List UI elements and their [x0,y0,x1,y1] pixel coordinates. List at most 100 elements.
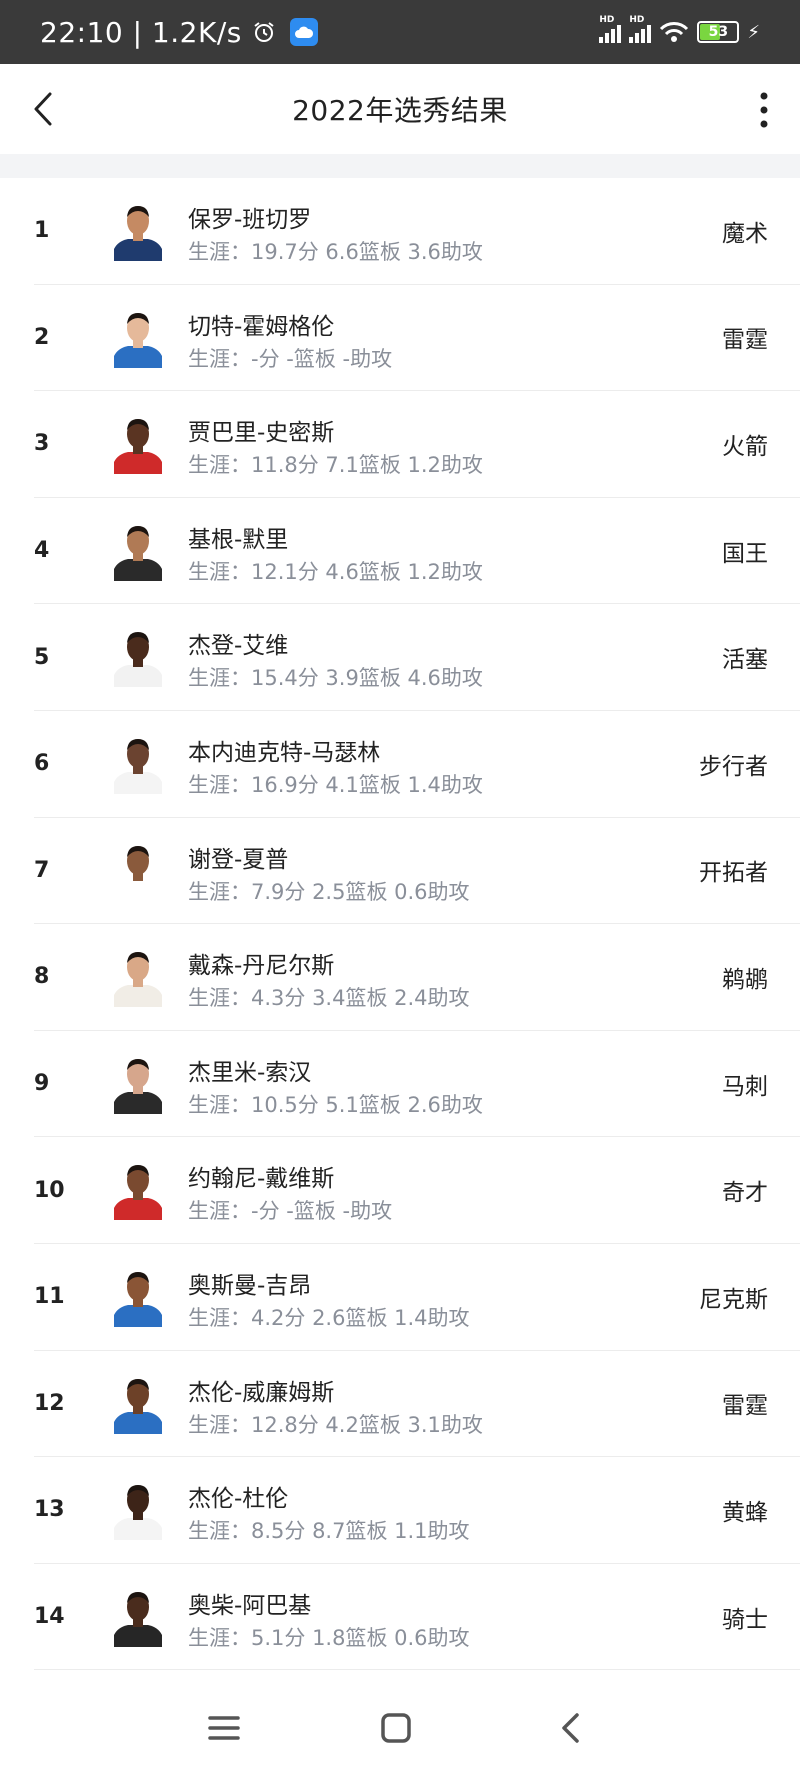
draft-rank: 11 [34,1284,65,1310]
player-avatar [114,1271,162,1327]
more-options-icon[interactable] [758,90,770,130]
player-avatar [114,738,162,794]
signal-icon: HD [599,15,622,43]
page-title: 2022年选秀结果 [292,94,508,127]
list-item[interactable]: 1 保罗-班切罗 生涯：19.7分 6.6篮板 3.6助攻 魔术 [34,178,800,285]
player-name: 约翰尼-戴维斯 [188,1166,335,1193]
draft-rank: 8 [34,964,50,990]
team-name: 火箭 [722,433,768,460]
player-career-stats: 生涯：10.5分 5.1篮板 2.6助攻 [188,1092,483,1117]
player-avatar [114,419,162,475]
team-name: 魔术 [722,220,768,247]
draft-rank: 5 [34,644,50,670]
draft-rank: 13 [34,1497,65,1523]
player-avatar [114,1058,162,1114]
player-name: 奥柴-阿巴基 [188,1592,312,1619]
player-avatar [114,1591,162,1647]
wifi-icon [660,22,689,42]
player-avatar [114,632,162,688]
team-name: 奇才 [722,1180,768,1207]
list-item[interactable]: 6 本内迪克特-马瑟林 生涯：16.9分 4.1篮板 1.4助攻 步行者 [34,711,800,818]
battery-level: 53 [708,24,729,40]
team-name: 雷霆 [722,1393,768,1420]
signal-icon: HD [629,15,652,43]
player-career-stats: 生涯：7.9分 2.5篮板 0.6助攻 [188,879,470,904]
player-career-stats: 生涯：8.5分 8.7篮板 1.1助攻 [188,1519,470,1544]
table-header-band [0,154,800,178]
team-name: 活塞 [722,647,768,674]
alarm-icon [254,22,274,42]
player-name: 贾巴里-史密斯 [188,420,335,447]
player-name: 杰伦-威廉姆斯 [188,1379,335,1406]
player-avatar [114,525,162,581]
player-avatar [114,845,162,901]
team-name: 开拓者 [699,860,768,887]
team-name: 雷霆 [722,327,768,354]
player-name: 切特-霍姆格伦 [188,313,335,340]
list-item[interactable]: 14 奥柴-阿巴基 生涯：5.1分 1.8篮板 0.6助攻 骑士 [34,1564,800,1671]
cloud-app-icon [289,18,318,46]
player-career-stats: 生涯：12.8分 4.2篮板 3.1助攻 [188,1412,483,1437]
list-item[interactable]: 4 基根-默里 生涯：12.1分 4.6篮板 1.2助攻 国王 [34,498,800,605]
list-item[interactable]: 3 贾巴里-史密斯 生涯：11.8分 7.1篮板 1.2助攻 火箭 [34,391,800,498]
draft-rank: 10 [34,1177,65,1203]
list-item[interactable]: 7 谢登-夏普 生涯：7.9分 2.5篮板 0.6助攻 开拓者 [34,818,800,925]
list-item[interactable]: 2 切特-霍姆格伦 生涯：-分 -篮板 -助攻 雷霆 [34,285,800,392]
draft-rank: 14 [34,1604,65,1630]
list-item[interactable]: 12 杰伦-威廉姆斯 生涯：12.8分 4.2篮板 3.1助攻 雷霆 [34,1351,800,1458]
player-avatar [114,312,162,368]
player-career-stats: 生涯：-分 -篮板 -助攻 [188,346,393,371]
draft-rank: 2 [34,324,50,350]
status-bar: 22:10 | 1.2K/s HD HD 53 ⚡ [0,0,800,64]
player-career-stats: 生涯：16.9分 4.1篮板 1.4助攻 [188,772,483,797]
player-name: 杰登-艾维 [188,633,289,660]
player-career-stats: 生涯：15.4分 3.9篮板 4.6助攻 [188,666,483,691]
system-nav-bar [0,1674,800,1778]
player-career-stats: 生涯：4.2分 2.6篮板 1.4助攻 [188,1305,470,1330]
menu-icon[interactable] [204,1708,244,1748]
draft-rank: 1 [34,218,50,244]
player-career-stats: 生涯：4.3分 3.4篮板 2.4助攻 [188,986,470,1011]
app-header: 2022年选秀结果 [0,64,800,154]
player-career-stats: 生涯：19.7分 6.6篮板 3.6助攻 [188,240,483,264]
draft-rank: 9 [34,1071,50,1097]
player-avatar [114,1165,162,1221]
player-avatar [114,206,162,261]
list-item[interactable]: 9 杰里米-索汉 生涯：10.5分 5.1篮板 2.6助攻 马刺 [34,1031,800,1138]
team-name: 鹈鹕 [722,966,768,993]
charging-icon: ⚡ [747,21,760,43]
team-name: 尼克斯 [699,1286,768,1313]
list-item[interactable]: 5 杰登-艾维 生涯：15.4分 3.9篮板 4.6助攻 活塞 [34,604,800,711]
player-name: 谢登-夏普 [188,846,289,873]
team-name: 骑士 [722,1606,768,1633]
team-name: 黄蜂 [722,1499,768,1526]
draft-list: 1 保罗-班切罗 生涯：19.7分 6.6篮板 3.6助攻 魔术 2 切特-霍姆… [0,178,800,1671]
player-career-stats: 生涯：12.1分 4.6篮板 1.2助攻 [188,559,483,584]
player-name: 杰伦-杜伦 [188,1486,289,1513]
list-item[interactable]: 8 戴森-丹尼尔斯 生涯：4.3分 3.4篮板 2.4助攻 鹈鹕 [34,924,800,1031]
player-career-stats: 生涯：11.8分 7.1篮板 1.2助攻 [188,453,483,478]
team-name: 马刺 [722,1073,768,1100]
draft-rank: 12 [34,1390,65,1416]
status-time: 22:10 | 1.2K/s [40,15,242,49]
team-name: 国王 [722,540,768,567]
player-avatar [114,1485,162,1541]
list-item[interactable]: 11 奥斯曼-吉昂 生涯：4.2分 2.6篮板 1.4助攻 尼克斯 [34,1244,800,1351]
nav-back-icon[interactable] [552,1708,592,1748]
player-career-stats: 生涯：-分 -篮板 -助攻 [188,1199,393,1224]
player-name: 奥斯曼-吉昂 [188,1272,312,1299]
home-icon[interactable] [376,1708,416,1748]
player-avatar [114,1378,162,1434]
list-item[interactable]: 10 约翰尼-戴维斯 生涯：-分 -篮板 -助攻 奇才 [34,1137,800,1244]
back-arrow-icon[interactable] [26,88,66,130]
player-name: 本内迪克特-马瑟林 [188,739,381,766]
battery-icon: 53 [697,21,740,43]
player-name: 杰里米-索汉 [188,1059,312,1086]
draft-rank: 3 [34,431,50,457]
list-item[interactable]: 13 杰伦-杜伦 生涯：8.5分 8.7篮板 1.1助攻 黄蜂 [34,1457,800,1564]
player-name: 保罗-班切罗 [188,207,312,233]
player-name: 戴森-丹尼尔斯 [188,953,335,980]
player-career-stats: 生涯：5.1分 1.8篮板 0.6助攻 [188,1625,470,1650]
draft-rank: 4 [34,538,50,564]
draft-rank: 6 [34,751,50,777]
